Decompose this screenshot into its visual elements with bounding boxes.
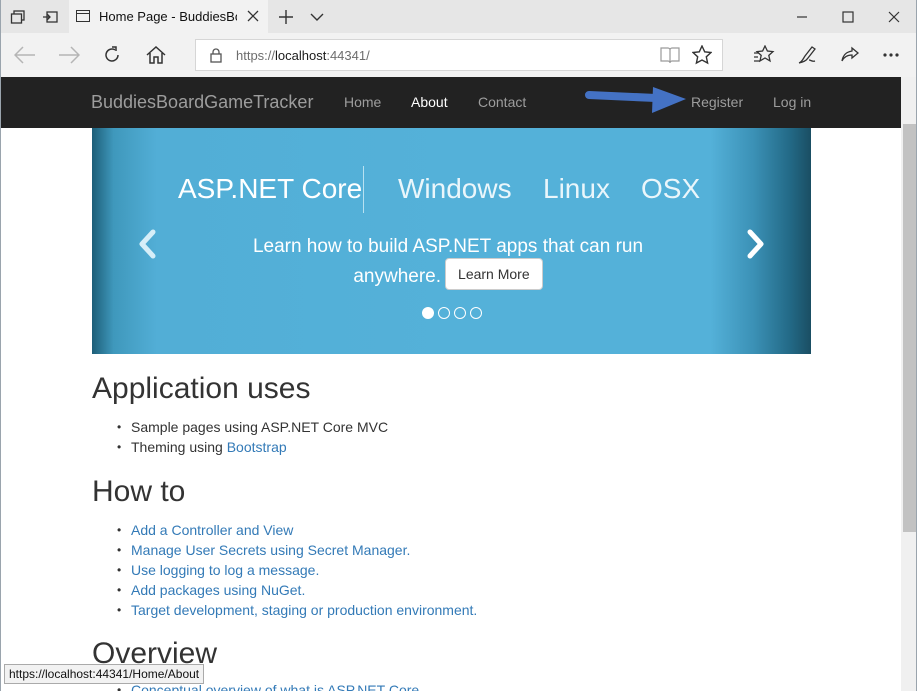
vertical-scrollbar[interactable] <box>901 77 916 691</box>
how-to-list: Add a Controller and View Manage User Se… <box>117 520 477 620</box>
favorites-hub-icon[interactable] <box>750 41 778 69</box>
window-close-icon[interactable] <box>871 0 916 33</box>
application-uses-list: Sample pages using ASP.NET Core MVC Them… <box>117 417 388 457</box>
logo-aspnet-core: ASP.NET Core <box>178 173 363 204</box>
browser-toolbar: https://localhost:44341/ <box>1 33 916 77</box>
carousel-caption: Learn how to build ASP.NET apps that can… <box>224 232 672 293</box>
page-viewport: BuddiesBoardGameTracker Home About Conta… <box>1 77 901 691</box>
carousel-next-icon[interactable] <box>745 229 765 264</box>
carousel-indicators <box>422 307 482 319</box>
tab-preview-icon[interactable] <box>35 0 65 33</box>
list-item: Theming using Bootstrap <box>117 437 388 457</box>
list-item: Add a Controller and View <box>117 520 477 540</box>
title-bar: Home Page - BuddiesBoardGameTracker <box>1 0 916 33</box>
howto-link-nuget[interactable]: Add packages using NuGet. <box>131 582 305 598</box>
section-title-application-uses: Application uses <box>92 372 311 405</box>
favorite-star-icon[interactable] <box>691 44 713 70</box>
list-item: Use logging to log a message. <box>117 560 477 580</box>
carousel-indicator-1[interactable] <box>422 307 434 319</box>
refresh-icon[interactable] <box>98 41 126 69</box>
list-item-text: Sample pages using ASP.NET Core MVC <box>131 419 389 435</box>
active-tab[interactable]: Home Page - BuddiesBoardGameTracker <box>69 0 268 33</box>
bootstrap-link[interactable]: Bootstrap <box>227 439 287 455</box>
carousel-indicator-2[interactable] <box>438 307 450 319</box>
howto-link-secrets[interactable]: Manage User Secrets using Secret Manager… <box>131 542 410 558</box>
list-item: Add packages using NuGet. <box>117 580 477 600</box>
tab-list-chevron-icon[interactable] <box>305 0 329 33</box>
home-icon[interactable] <box>142 41 170 69</box>
new-tab-icon[interactable] <box>274 0 298 33</box>
url-scheme: https:// <box>236 48 276 63</box>
section-title-how-to: How to <box>92 475 186 508</box>
set-aside-tabs-icon[interactable] <box>3 0 33 33</box>
logo-windows: Windows <box>398 173 512 204</box>
pen-icon[interactable] <box>793 41 821 69</box>
howto-link-environment[interactable]: Target development, staging or productio… <box>131 602 477 618</box>
url-port-path: :44341/ <box>326 48 370 63</box>
howto-link-logging[interactable]: Use logging to log a message. <box>131 562 319 578</box>
browser-window: Home Page - BuddiesBoardGameTracker <box>0 0 917 691</box>
minimize-icon[interactable] <box>779 0 825 33</box>
carousel-prev-icon[interactable] <box>138 229 158 264</box>
scrollbar-thumb[interactable] <box>903 124 916 532</box>
maximize-icon[interactable] <box>825 0 871 33</box>
logo-osx: OSX <box>641 173 701 204</box>
lock-icon[interactable] <box>210 48 222 68</box>
list-item-text: Theming using <box>131 439 227 455</box>
page-icon <box>76 10 90 22</box>
carousel-indicator-3[interactable] <box>454 307 466 319</box>
logo-divider <box>363 166 364 213</box>
tab-title: Home Page - BuddiesBoardGameTracker <box>99 9 237 24</box>
carousel-indicator-4[interactable] <box>470 307 482 319</box>
logo-linux: Linux <box>543 173 610 204</box>
url-text: https://localhost:44341/ <box>236 48 370 63</box>
more-icon[interactable] <box>877 41 905 69</box>
share-icon[interactable] <box>836 41 864 69</box>
howto-link-controller[interactable]: Add a Controller and View <box>131 522 293 538</box>
forward-icon[interactable] <box>55 41 83 69</box>
list-item: Sample pages using ASP.NET Core MVC <box>117 417 388 437</box>
close-icon[interactable] <box>245 8 261 24</box>
hero-carousel: ASP.NET Core Windows Linux OSX Learn how… <box>92 128 811 354</box>
reading-view-icon[interactable] <box>660 46 680 69</box>
status-url-tooltip: https://localhost:44341/Home/About <box>4 664 205 684</box>
list-item: Manage User Secrets using Secret Manager… <box>117 540 477 560</box>
address-bar[interactable]: https://localhost:44341/ <box>195 39 723 71</box>
learn-more-button[interactable]: Learn More <box>445 258 543 290</box>
list-item: Target development, staging or productio… <box>117 600 477 620</box>
back-icon[interactable] <box>11 41 39 69</box>
annotation-arrow-icon <box>585 87 686 113</box>
url-host: localhost <box>275 48 327 63</box>
